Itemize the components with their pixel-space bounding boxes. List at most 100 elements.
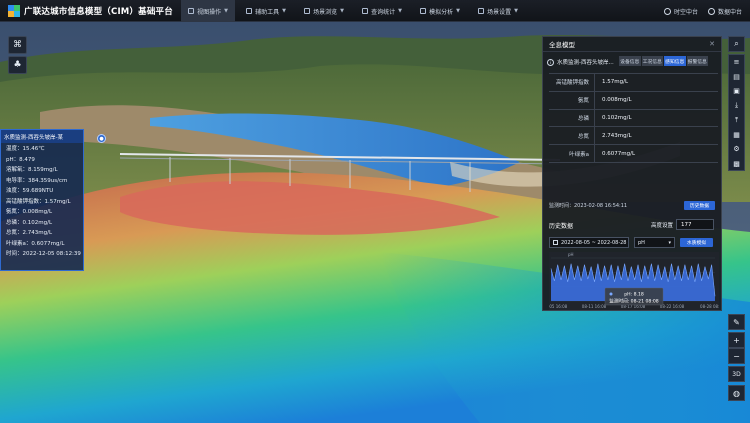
zoom-out-button[interactable]: − [728, 348, 745, 364]
data-center-link[interactable]: 数据中台 [707, 7, 742, 16]
height-setting-input[interactable] [676, 219, 714, 230]
measurement-name: 总氮 [549, 127, 595, 145]
sensor-location-marker[interactable]: ● [97, 134, 106, 143]
zoom-in-button[interactable]: + [728, 332, 745, 348]
tab-sensing-info[interactable]: 感知信息 [664, 56, 686, 66]
menu-label: 场景浏览 [313, 8, 338, 16]
info-icon: i [547, 58, 554, 66]
time-center-link[interactable]: 时空中台 [663, 7, 698, 16]
3d-mode-button[interactable]: 3D [728, 366, 745, 382]
globe-button[interactable]: ◍ [728, 385, 745, 401]
history-section-title: 历史数据 [549, 223, 574, 230]
grid-icon: ▩ [733, 159, 740, 168]
detail-panel: 全息模型 ✕ i 水质监测-西吞头坡岸... 设备信息 工况信息 感知信息 报警… [542, 36, 722, 311]
chart-svg: pH08-05 16:0808-11 16:0808-17 16:0808-22… [543, 252, 722, 310]
download-icon: ⤓ [734, 101, 739, 110]
model-tree-button[interactable]: ♣ [8, 56, 27, 74]
date-range-picker[interactable]: 2022-08-05 ~ 2022-08-28 [549, 237, 629, 248]
search-button[interactable]: ⌕ [728, 36, 745, 52]
clock-icon [663, 7, 671, 15]
info-row: 温度：15.46℃ [6, 146, 45, 153]
search-icon: ⌕ [734, 39, 739, 48]
menu-scene-settings[interactable]: 场景设置 ▼ [471, 0, 525, 22]
tab-working-info[interactable]: 工况信息 [641, 56, 663, 66]
info-row: 叶绿素a：0.6077mg/L [6, 240, 65, 247]
info-row: 浊度：59.689NTU [6, 188, 54, 195]
measurement-table: 高锰酸钾指数 1.57mg/L 氨氮 0.008mg/L 总磷 0.102mg/L 总… [549, 73, 718, 163]
measurement-value: 1.57mg/L [602, 79, 629, 86]
image-icon: ▣ [733, 87, 740, 96]
main-menu: 视图操作 ▼ 辅助工具 ▼ 场景浏览 ▼ 查询统计 ▼ 模拟分析 ▼ 场景设置 ▼ [181, 0, 529, 22]
tools-icon [246, 8, 253, 14]
grid-button[interactable]: ▩ [729, 157, 744, 172]
tab-device-info[interactable]: 设备信息 [619, 56, 641, 66]
layers-button[interactable]: ≡ [729, 55, 744, 70]
query-icon [362, 8, 369, 14]
monitor-time: 监测时间：2023-02-08 16:54:11 [549, 203, 628, 209]
info-row: 溶解氧：8.159mg/L [6, 167, 58, 174]
analysis-icon [420, 8, 427, 14]
view-icon [188, 8, 195, 14]
table-row: 高锰酸钾指数 1.57mg/L [549, 74, 718, 92]
menu-view-operations[interactable]: 视图操作 ▼ [181, 0, 235, 22]
app-title: 广联达城市信息模型（CIM）基础平台 [24, 6, 173, 17]
x-tick-label: 08-05 16:08 [549, 304, 568, 309]
history-data-button[interactable]: 历史数据 [684, 201, 715, 210]
info-row: 氨氮：0.008mg/L [6, 209, 53, 216]
info-row: 高锰酸钾指数：1.57mg/L [6, 198, 71, 205]
database-icon [707, 7, 715, 15]
caret-down-icon: ▼ [514, 8, 518, 14]
tab-alarm-info[interactable]: 报警信息 [686, 56, 708, 66]
calendar-icon [553, 240, 558, 245]
print-button[interactable]: ▤ [729, 70, 744, 85]
time-center-label: 时空中台 [673, 8, 698, 16]
measurement-value: 0.102mg/L [602, 114, 632, 121]
pin-icon: ✎ [733, 317, 740, 327]
upload-icon: ⤒ [734, 115, 739, 124]
tooltip-time: 监测时间: 08-21 08:08 [609, 298, 659, 305]
height-setting-label: 高度设置 [651, 223, 674, 229]
globe-icon: ◍ [733, 388, 740, 398]
data-center-label: 数据中台 [717, 8, 742, 16]
menu-tools[interactable]: 辅助工具 ▼ [239, 0, 293, 22]
minus-icon: − [733, 351, 740, 361]
caret-down-icon: ▼ [398, 8, 402, 14]
info-row: 总氮：2.743mg/L [6, 230, 53, 237]
measurement-value: 0.6077mg/L [602, 150, 636, 157]
measurement-name: 氨氮 [549, 91, 595, 109]
menu-label: 辅助工具 [255, 8, 280, 16]
table-row: 氨氮 0.008mg/L [549, 91, 718, 110]
measurement-value: 2.743mg/L [602, 132, 632, 139]
pin-button[interactable]: ✎ [728, 314, 745, 330]
caret-down-icon: ▼ [456, 8, 460, 14]
top-bar: 广联达城市信息模型（CIM）基础平台 视图操作 ▼ 辅助工具 ▼ 场景浏览 ▼ 查询统… [0, 0, 750, 22]
hierarchy-icon: ⌘ [13, 40, 22, 50]
upload-button[interactable]: ⤒ [729, 113, 744, 128]
scene-icon [304, 8, 311, 14]
table-row: 叶绿素a 0.6077mg/L [549, 145, 718, 163]
info-row: pH：8.479 [6, 156, 35, 163]
parameter-value: pH [638, 239, 645, 246]
settings-button[interactable]: ⚙ [729, 142, 744, 157]
menu-analysis[interactable]: 模拟分析 ▼ [413, 0, 467, 22]
top-right-links: 时空中台 数据中台 [663, 0, 742, 22]
y-axis-label: pH [568, 252, 574, 257]
x-tick-label: 08-22 16:08 [660, 304, 685, 309]
close-icon[interactable]: ✕ [709, 40, 715, 48]
history-chart[interactable]: pH08-05 16:0808-11 16:0808-17 16:0808-22… [543, 252, 722, 310]
date-range-value: 2022-08-05 ~ 2022-08-28 [561, 239, 627, 246]
menu-label: 视图操作 [197, 8, 222, 16]
caret-down-icon: ▼ [282, 8, 286, 14]
table-row: 总氮 2.743mg/L [549, 127, 718, 146]
hierarchy-button[interactable]: ⌘ [8, 36, 27, 54]
menu-query[interactable]: 查询统计 ▼ [355, 0, 409, 22]
menu-scene-browse[interactable]: 场景浏览 ▼ [297, 0, 351, 22]
parameter-select[interactable]: pH ▾ [634, 237, 675, 248]
document-button[interactable]: ▦ [729, 128, 744, 143]
measurement-name: 总磷 [549, 109, 595, 127]
tooltip-marker [609, 292, 613, 296]
menu-label: 场景设置 [487, 8, 512, 16]
image-button[interactable]: ▣ [729, 84, 744, 99]
water-simulation-button[interactable]: 水质模拟 [680, 238, 713, 247]
download-button[interactable]: ⤓ [729, 99, 744, 114]
